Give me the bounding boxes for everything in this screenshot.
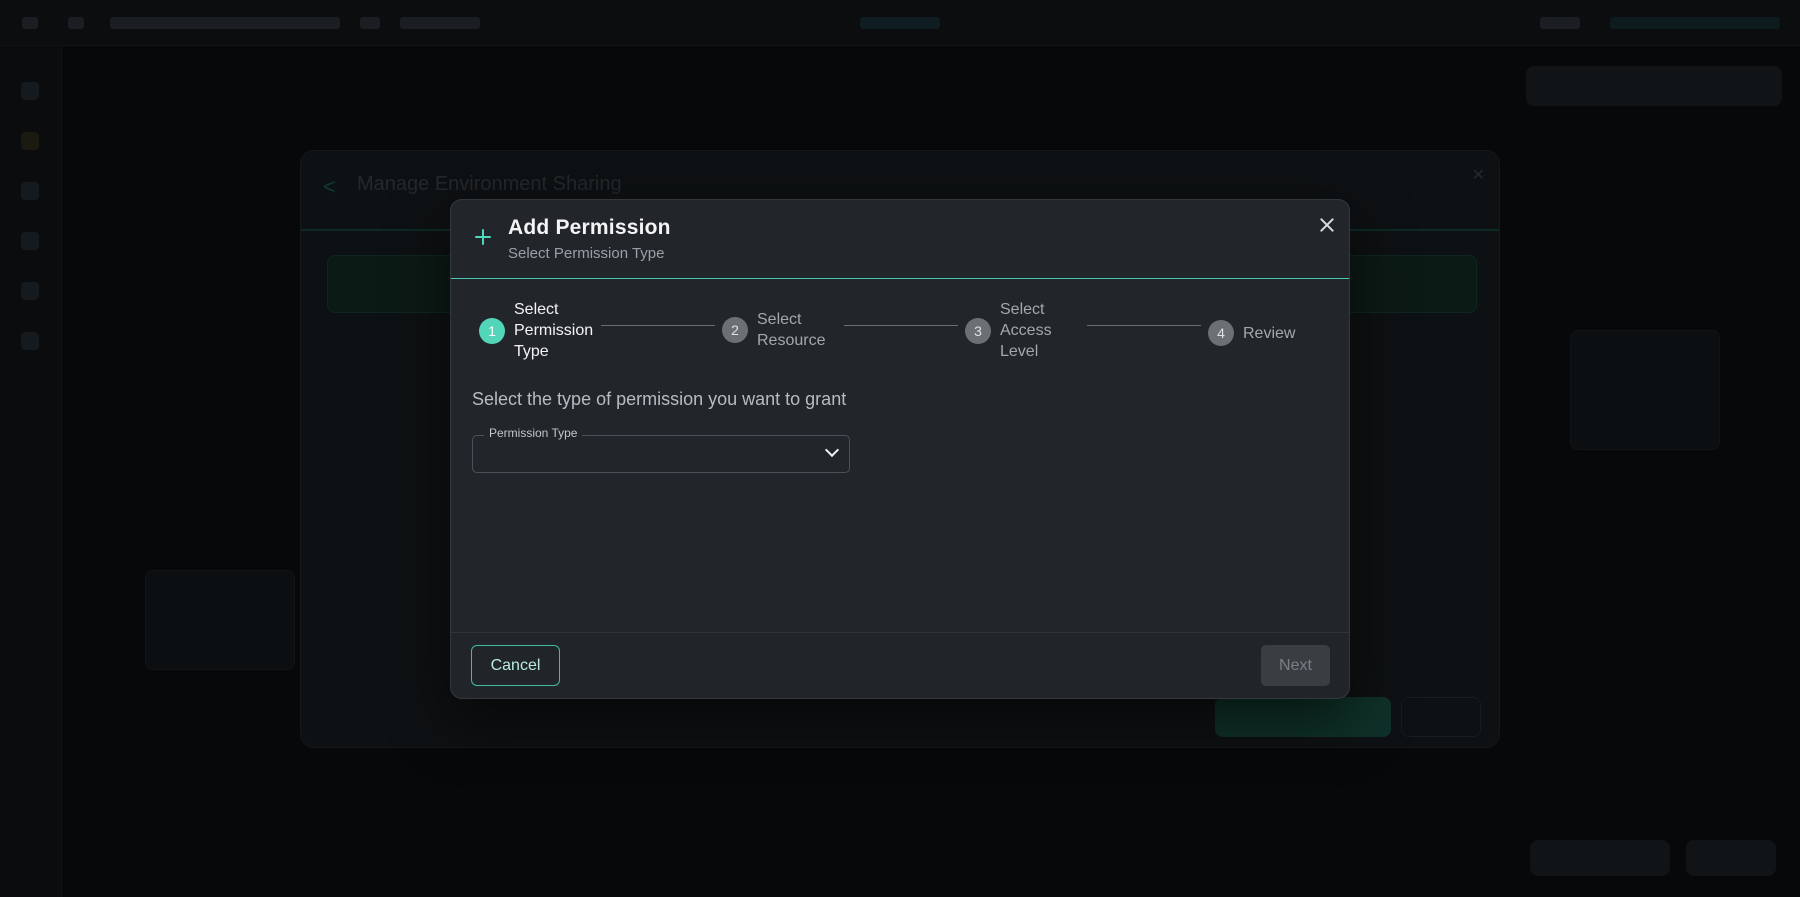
next-button[interactable]: Next [1261, 645, 1330, 686]
dialog-footer: Cancel Next [451, 632, 1349, 698]
step-connector [1087, 325, 1201, 326]
step-review: 4 Review [1208, 320, 1295, 346]
background-nav-item [860, 17, 940, 29]
step-number: 4 [1208, 320, 1234, 346]
step-number: 2 [722, 317, 748, 343]
step-label: Select Access Level [1000, 301, 1052, 360]
close-icon[interactable] [1316, 214, 1338, 236]
background-close-button [1401, 697, 1481, 737]
permission-type-select[interactable]: Permission Type [472, 426, 850, 473]
step-number: 1 [479, 317, 505, 344]
background-modal-title: Manage Environment Sharing [357, 173, 622, 195]
background-header-button [1526, 66, 1782, 106]
background-sidebar-icon [21, 332, 39, 350]
chevron-down-icon [824, 442, 840, 458]
add-permission-dialog: Add Permission Select Permission Type 1 … [450, 199, 1350, 699]
dialog-title: Add Permission [508, 216, 671, 239]
step-label: Select Resource [757, 311, 826, 349]
step-select-resource: 2 Select Resource [722, 309, 837, 351]
step-select-access-level: 3 Select Access Level [965, 299, 1070, 362]
background-card [1570, 330, 1720, 450]
background-footer-button [1686, 840, 1776, 876]
step-number: 3 [965, 317, 991, 344]
permission-prompt: Select the type of permission you want t… [472, 389, 847, 409]
step-connector [601, 325, 715, 326]
step-label: Review [1243, 324, 1296, 342]
plus-icon [474, 228, 492, 246]
background-nav-item [360, 17, 380, 29]
background-sidebar-icon [21, 132, 39, 150]
background-nav-item [22, 17, 38, 29]
background-card [145, 570, 295, 670]
step-connector [844, 325, 958, 326]
close-icon: ✕ [1471, 167, 1485, 184]
dialog-header: Add Permission Select Permission Type [451, 200, 1349, 279]
background-nav-item [68, 17, 84, 29]
background-nav-item [400, 17, 480, 29]
permission-type-label: Permission Type [484, 426, 583, 440]
background-sidebar [0, 46, 62, 897]
background-sidebar-icon [21, 282, 39, 300]
background-primary-button [1215, 697, 1391, 737]
background-breadcrumb [110, 17, 340, 29]
share-icon: < [323, 174, 336, 199]
step-select-permission-type: 1 Select Permission Type [479, 299, 600, 362]
background-user-menu [1610, 17, 1780, 29]
cancel-button[interactable]: Cancel [471, 645, 560, 686]
background-topbar [0, 0, 1800, 46]
background-footer-button [1530, 840, 1670, 876]
step-label: Select Permission Type [514, 301, 594, 360]
dialog-subtitle: Select Permission Type [508, 245, 665, 262]
background-sidebar-icon [21, 182, 39, 200]
background-sidebar-icon [21, 232, 39, 250]
background-nav-item [1540, 17, 1580, 29]
background-sidebar-icon [21, 82, 39, 100]
